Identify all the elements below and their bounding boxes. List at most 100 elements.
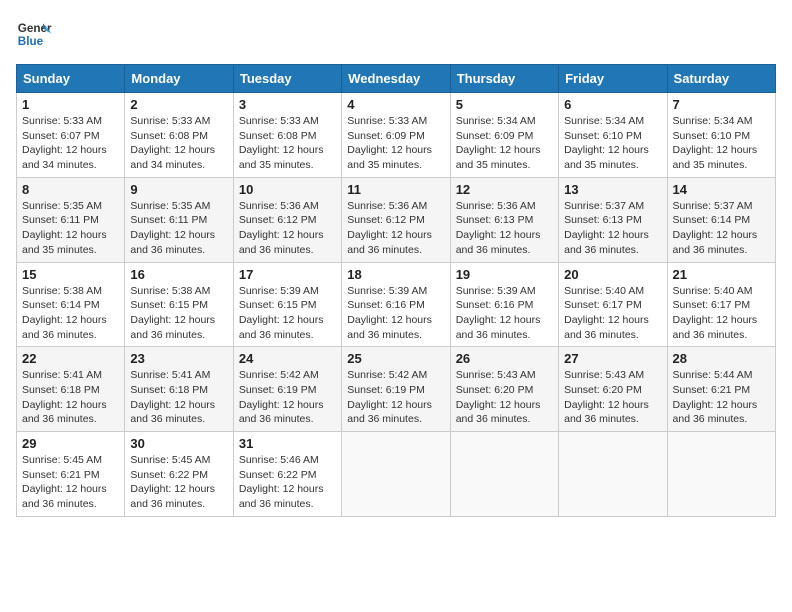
- calendar-day-cell: 5 Sunrise: 5:34 AM Sunset: 6:09 PM Dayli…: [450, 93, 558, 178]
- day-info: Sunrise: 5:41 AM Sunset: 6:18 PM Dayligh…: [22, 368, 119, 427]
- sunset-label: Sunset: 6:12 PM: [239, 214, 317, 226]
- svg-text:Blue: Blue: [18, 35, 44, 48]
- day-info: Sunrise: 5:37 AM Sunset: 6:14 PM Dayligh…: [673, 199, 770, 258]
- sunset-label: Sunset: 6:19 PM: [239, 384, 317, 396]
- sunrise-label: Sunrise: 5:36 AM: [239, 200, 319, 212]
- calendar-day-cell: 21 Sunrise: 5:40 AM Sunset: 6:17 PM Dayl…: [667, 262, 775, 347]
- day-info: Sunrise: 5:33 AM Sunset: 6:08 PM Dayligh…: [239, 114, 336, 173]
- day-number: 2: [130, 97, 227, 112]
- daylight-label: Daylight: 12 hours and 36 minutes.: [456, 399, 541, 426]
- day-info: Sunrise: 5:39 AM Sunset: 6:15 PM Dayligh…: [239, 284, 336, 343]
- sunset-label: Sunset: 6:15 PM: [130, 299, 208, 311]
- calendar-week-row: 8 Sunrise: 5:35 AM Sunset: 6:11 PM Dayli…: [17, 177, 776, 262]
- daylight-label: Daylight: 12 hours and 36 minutes.: [130, 314, 215, 341]
- daylight-label: Daylight: 12 hours and 36 minutes.: [456, 314, 541, 341]
- weekday-header-row: SundayMondayTuesdayWednesdayThursdayFrid…: [17, 65, 776, 93]
- sunrise-label: Sunrise: 5:34 AM: [456, 115, 536, 127]
- day-number: 15: [22, 267, 119, 282]
- sunrise-label: Sunrise: 5:33 AM: [239, 115, 319, 127]
- day-info: Sunrise: 5:45 AM Sunset: 6:21 PM Dayligh…: [22, 453, 119, 512]
- calendar-day-cell: 12 Sunrise: 5:36 AM Sunset: 6:13 PM Dayl…: [450, 177, 558, 262]
- sunset-label: Sunset: 6:10 PM: [564, 130, 642, 142]
- day-info: Sunrise: 5:34 AM Sunset: 6:09 PM Dayligh…: [456, 114, 553, 173]
- day-info: Sunrise: 5:45 AM Sunset: 6:22 PM Dayligh…: [130, 453, 227, 512]
- day-number: 5: [456, 97, 553, 112]
- day-info: Sunrise: 5:43 AM Sunset: 6:20 PM Dayligh…: [456, 368, 553, 427]
- day-info: Sunrise: 5:42 AM Sunset: 6:19 PM Dayligh…: [239, 368, 336, 427]
- sunrise-label: Sunrise: 5:33 AM: [130, 115, 210, 127]
- sunset-label: Sunset: 6:20 PM: [456, 384, 534, 396]
- calendar-day-cell: [450, 432, 558, 517]
- calendar-day-cell: 28 Sunrise: 5:44 AM Sunset: 6:21 PM Dayl…: [667, 347, 775, 432]
- daylight-label: Daylight: 12 hours and 36 minutes.: [239, 314, 324, 341]
- weekday-header-cell: Wednesday: [342, 65, 450, 93]
- calendar-day-cell: 11 Sunrise: 5:36 AM Sunset: 6:12 PM Dayl…: [342, 177, 450, 262]
- calendar-day-cell: 31 Sunrise: 5:46 AM Sunset: 6:22 PM Dayl…: [233, 432, 341, 517]
- day-number: 3: [239, 97, 336, 112]
- calendar-day-cell: 30 Sunrise: 5:45 AM Sunset: 6:22 PM Dayl…: [125, 432, 233, 517]
- daylight-label: Daylight: 12 hours and 35 minutes.: [347, 144, 432, 171]
- calendar-day-cell: 23 Sunrise: 5:41 AM Sunset: 6:18 PM Dayl…: [125, 347, 233, 432]
- sunrise-label: Sunrise: 5:34 AM: [564, 115, 644, 127]
- day-number: 10: [239, 182, 336, 197]
- sunrise-label: Sunrise: 5:38 AM: [130, 285, 210, 297]
- sunrise-label: Sunrise: 5:33 AM: [22, 115, 102, 127]
- sunset-label: Sunset: 6:15 PM: [239, 299, 317, 311]
- calendar-day-cell: 24 Sunrise: 5:42 AM Sunset: 6:19 PM Dayl…: [233, 347, 341, 432]
- daylight-label: Daylight: 12 hours and 36 minutes.: [456, 229, 541, 256]
- page-header: General Blue: [16, 16, 776, 52]
- sunset-label: Sunset: 6:07 PM: [22, 130, 100, 142]
- sunset-label: Sunset: 6:17 PM: [673, 299, 751, 311]
- day-info: Sunrise: 5:37 AM Sunset: 6:13 PM Dayligh…: [564, 199, 661, 258]
- weekday-header-cell: Sunday: [17, 65, 125, 93]
- day-info: Sunrise: 5:42 AM Sunset: 6:19 PM Dayligh…: [347, 368, 444, 427]
- sunrise-label: Sunrise: 5:38 AM: [22, 285, 102, 297]
- weekday-header-cell: Friday: [559, 65, 667, 93]
- daylight-label: Daylight: 12 hours and 34 minutes.: [22, 144, 107, 171]
- day-number: 18: [347, 267, 444, 282]
- daylight-label: Daylight: 12 hours and 35 minutes.: [239, 144, 324, 171]
- daylight-label: Daylight: 12 hours and 35 minutes.: [673, 144, 758, 171]
- calendar-day-cell: 3 Sunrise: 5:33 AM Sunset: 6:08 PM Dayli…: [233, 93, 341, 178]
- sunset-label: Sunset: 6:19 PM: [347, 384, 425, 396]
- sunrise-label: Sunrise: 5:36 AM: [347, 200, 427, 212]
- day-number: 31: [239, 436, 336, 451]
- day-info: Sunrise: 5:33 AM Sunset: 6:07 PM Dayligh…: [22, 114, 119, 173]
- calendar-day-cell: 13 Sunrise: 5:37 AM Sunset: 6:13 PM Dayl…: [559, 177, 667, 262]
- day-number: 21: [673, 267, 770, 282]
- day-number: 9: [130, 182, 227, 197]
- daylight-label: Daylight: 12 hours and 36 minutes.: [564, 314, 649, 341]
- sunrise-label: Sunrise: 5:41 AM: [130, 369, 210, 381]
- weekday-header-cell: Saturday: [667, 65, 775, 93]
- daylight-label: Daylight: 12 hours and 36 minutes.: [347, 229, 432, 256]
- sunrise-label: Sunrise: 5:36 AM: [456, 200, 536, 212]
- day-number: 27: [564, 351, 661, 366]
- calendar-day-cell: 7 Sunrise: 5:34 AM Sunset: 6:10 PM Dayli…: [667, 93, 775, 178]
- sunrise-label: Sunrise: 5:42 AM: [239, 369, 319, 381]
- day-info: Sunrise: 5:39 AM Sunset: 6:16 PM Dayligh…: [347, 284, 444, 343]
- sunset-label: Sunset: 6:11 PM: [22, 214, 99, 226]
- day-number: 12: [456, 182, 553, 197]
- daylight-label: Daylight: 12 hours and 35 minutes.: [564, 144, 649, 171]
- calendar-day-cell: 20 Sunrise: 5:40 AM Sunset: 6:17 PM Dayl…: [559, 262, 667, 347]
- day-info: Sunrise: 5:35 AM Sunset: 6:11 PM Dayligh…: [22, 199, 119, 258]
- sunset-label: Sunset: 6:12 PM: [347, 214, 425, 226]
- sunset-label: Sunset: 6:16 PM: [347, 299, 425, 311]
- day-number: 6: [564, 97, 661, 112]
- sunrise-label: Sunrise: 5:39 AM: [239, 285, 319, 297]
- calendar-day-cell: [559, 432, 667, 517]
- day-info: Sunrise: 5:39 AM Sunset: 6:16 PM Dayligh…: [456, 284, 553, 343]
- sunset-label: Sunset: 6:10 PM: [673, 130, 751, 142]
- day-number: 26: [456, 351, 553, 366]
- day-number: 30: [130, 436, 227, 451]
- daylight-label: Daylight: 12 hours and 36 minutes.: [673, 314, 758, 341]
- calendar-day-cell: 6 Sunrise: 5:34 AM Sunset: 6:10 PM Dayli…: [559, 93, 667, 178]
- sunrise-label: Sunrise: 5:45 AM: [130, 454, 210, 466]
- calendar-table: SundayMondayTuesdayWednesdayThursdayFrid…: [16, 64, 776, 517]
- daylight-label: Daylight: 12 hours and 36 minutes.: [239, 399, 324, 426]
- day-number: 20: [564, 267, 661, 282]
- daylight-label: Daylight: 12 hours and 36 minutes.: [673, 399, 758, 426]
- calendar-day-cell: 19 Sunrise: 5:39 AM Sunset: 6:16 PM Dayl…: [450, 262, 558, 347]
- sunset-label: Sunset: 6:11 PM: [130, 214, 207, 226]
- weekday-header-cell: Monday: [125, 65, 233, 93]
